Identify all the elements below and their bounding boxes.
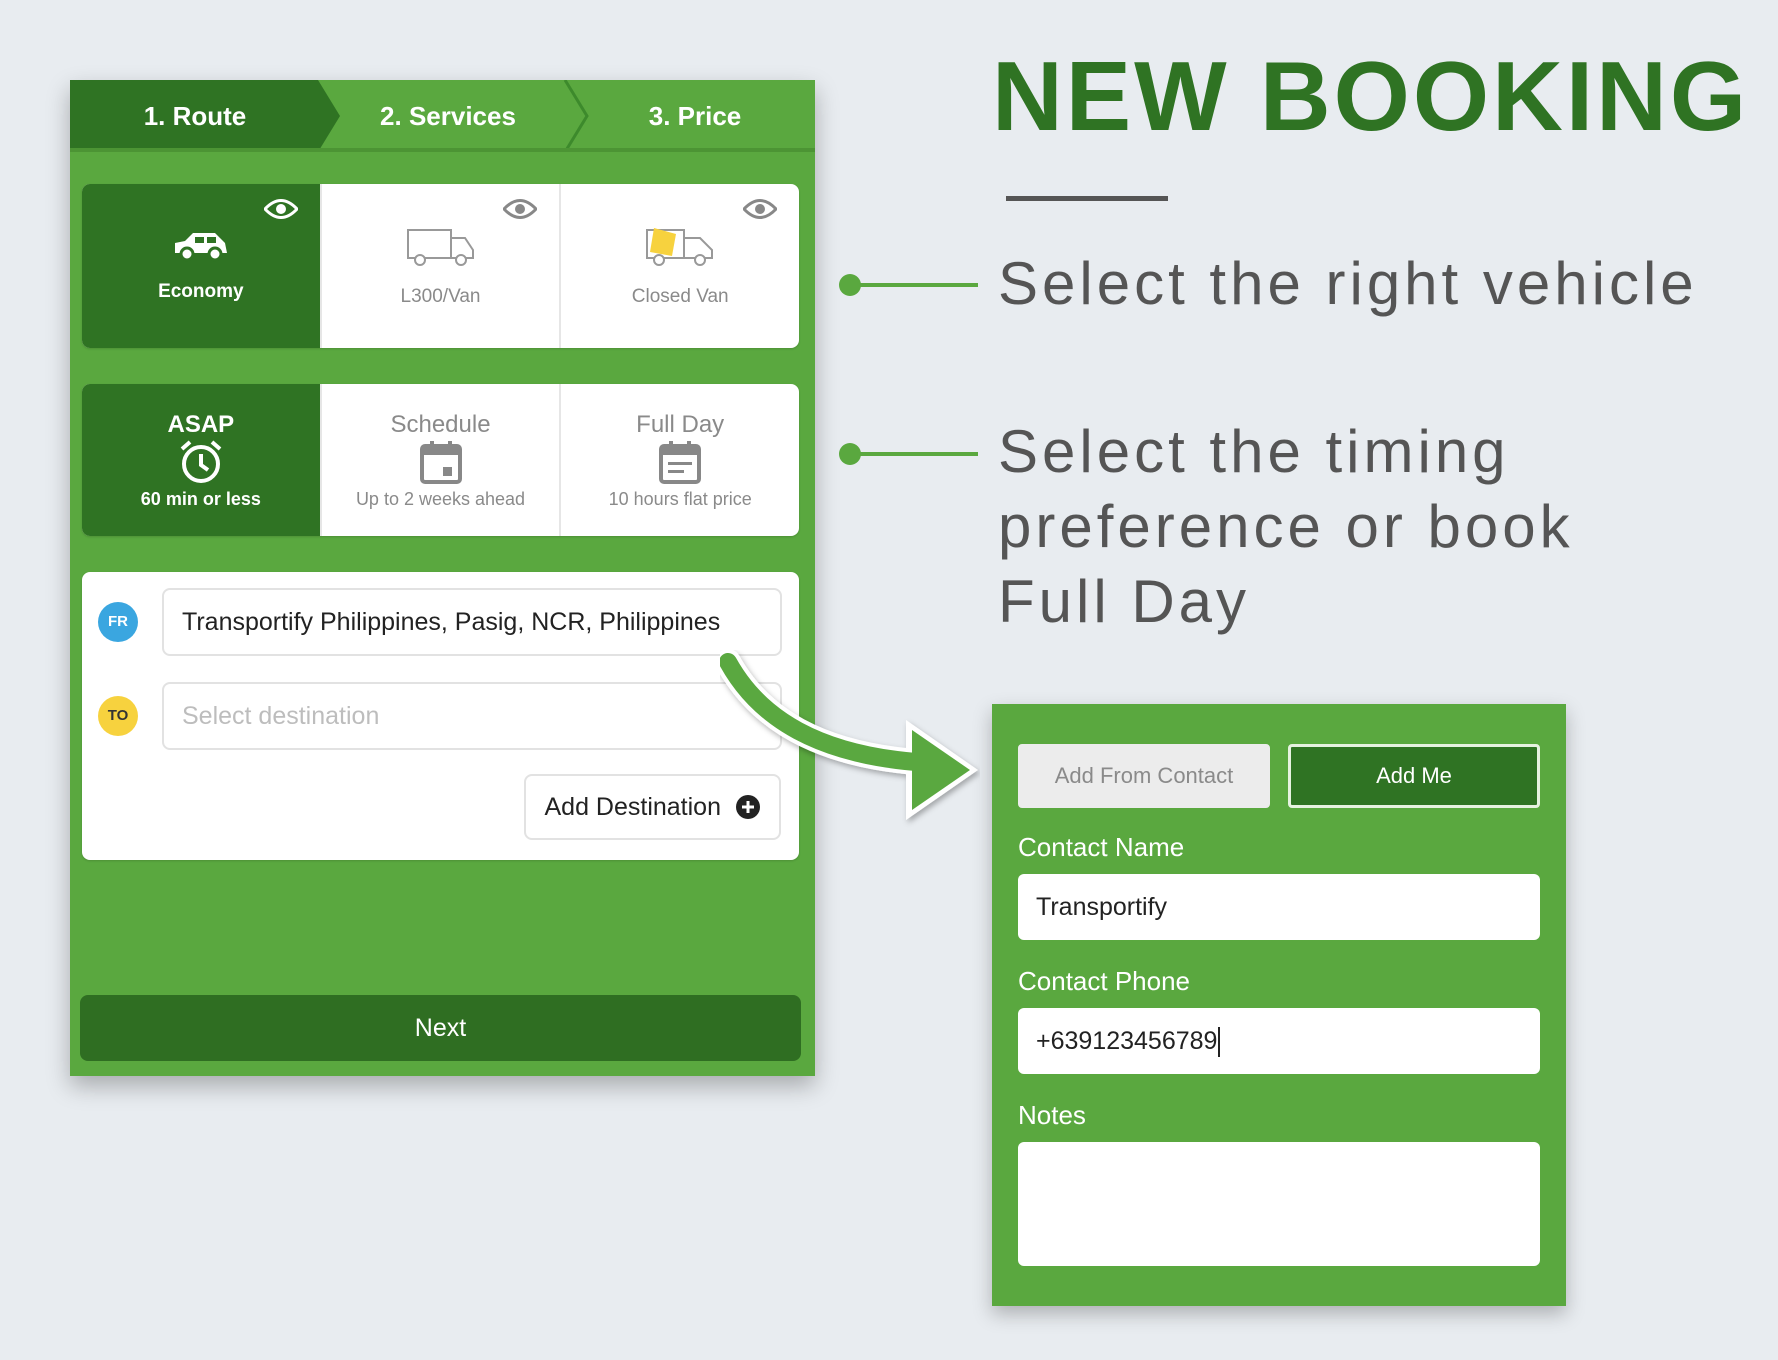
step-tabs: 1. Route 2. Services 3. Price — [70, 80, 815, 152]
eye-icon[interactable] — [263, 198, 298, 220]
eye-icon[interactable] — [503, 198, 538, 220]
next-button[interactable]: Next — [80, 995, 801, 1061]
feature-timing-line: preference or book — [998, 493, 1574, 560]
tab-services[interactable]: 2. Services — [328, 80, 568, 152]
contact-name-input[interactable]: Transportify — [1018, 874, 1540, 940]
add-destination-label: Add Destination — [544, 792, 721, 821]
timing-subtitle: 60 min or less — [140, 488, 261, 509]
vehicle-option-economy[interactable]: Economy — [82, 184, 320, 348]
vehicle-label: Economy — [158, 281, 244, 302]
pickup-input[interactable]: Transportify Philippines, Pasig, NCR, Ph… — [162, 588, 782, 656]
booking-panel: 1. Route 2. Services 3. Price Economy L3… — [70, 80, 815, 1076]
timing-subtitle: Up to 2 weeks ahead — [355, 488, 526, 509]
closed-van-icon — [646, 228, 714, 266]
curved-arrow-icon — [720, 650, 978, 820]
vehicle-option-closed-van[interactable]: Closed Van — [559, 184, 799, 348]
text-cursor — [1218, 1027, 1221, 1058]
vehicle-label: L300/Van — [400, 286, 481, 307]
timing-title: ASAP — [167, 410, 235, 438]
alarm-clock-icon — [180, 439, 222, 483]
calendar-list-icon — [659, 440, 702, 484]
notes-textarea[interactable] — [1018, 1142, 1540, 1266]
from-badge: FR — [98, 602, 138, 642]
car-icon — [174, 233, 227, 262]
vehicle-selector: Economy L300/Van Closed Van — [82, 184, 799, 348]
connector-vehicle-icon — [839, 274, 978, 296]
feature-timing-text: Select the timing preference or book Ful… — [998, 414, 1574, 639]
heading-divider — [1006, 196, 1168, 201]
van-icon — [406, 229, 474, 266]
eye-icon[interactable] — [743, 198, 778, 220]
notes-label: Notes — [1018, 1100, 1086, 1130]
page-title: NEW BOOKING — [992, 41, 1750, 151]
add-from-contact-button[interactable]: Add From Contact — [1018, 744, 1270, 808]
timing-selector: ASAP 60 min or less Schedule Up to 2 wee… — [82, 384, 799, 536]
timing-option-asap[interactable]: ASAP 60 min or less — [82, 384, 320, 536]
destination-input[interactable]: Select destination — [162, 682, 782, 750]
feature-timing-line: Select the timing — [998, 418, 1510, 485]
contact-phone-input[interactable]: +639123456789 — [1018, 1008, 1540, 1074]
timing-title: Full Day — [636, 410, 725, 438]
connector-timing-icon — [839, 443, 978, 465]
timing-option-schedule[interactable]: Schedule Up to 2 weeks ahead — [319, 384, 560, 536]
feature-timing-line: Full Day — [998, 568, 1251, 635]
feature-vehicle-text: Select the right vehicle — [998, 250, 1698, 317]
contact-panel: Add From Contact Add Me Contact Name Tra… — [992, 704, 1566, 1306]
timing-option-full-day[interactable]: Full Day 10 hours flat price — [559, 384, 799, 536]
to-badge: TO — [98, 696, 138, 736]
contact-name-label: Contact Name — [1018, 832, 1185, 862]
contact-phone-label: Contact Phone — [1018, 966, 1191, 996]
tab-route[interactable]: 1. Route — [70, 80, 320, 152]
vehicle-option-l300-van[interactable]: L300/Van — [319, 184, 560, 348]
route-card: FR Transportify Philippines, Pasig, NCR,… — [82, 572, 799, 860]
timing-title: Schedule — [390, 410, 491, 438]
calendar-icon — [419, 440, 462, 484]
contact-phone-value: +639123456789 — [1036, 1027, 1218, 1055]
add-me-button[interactable]: Add Me — [1288, 744, 1540, 808]
vehicle-label: Closed Van — [631, 286, 729, 307]
tab-price[interactable]: 3. Price — [575, 80, 815, 152]
timing-subtitle: 10 hours flat price — [608, 488, 752, 509]
